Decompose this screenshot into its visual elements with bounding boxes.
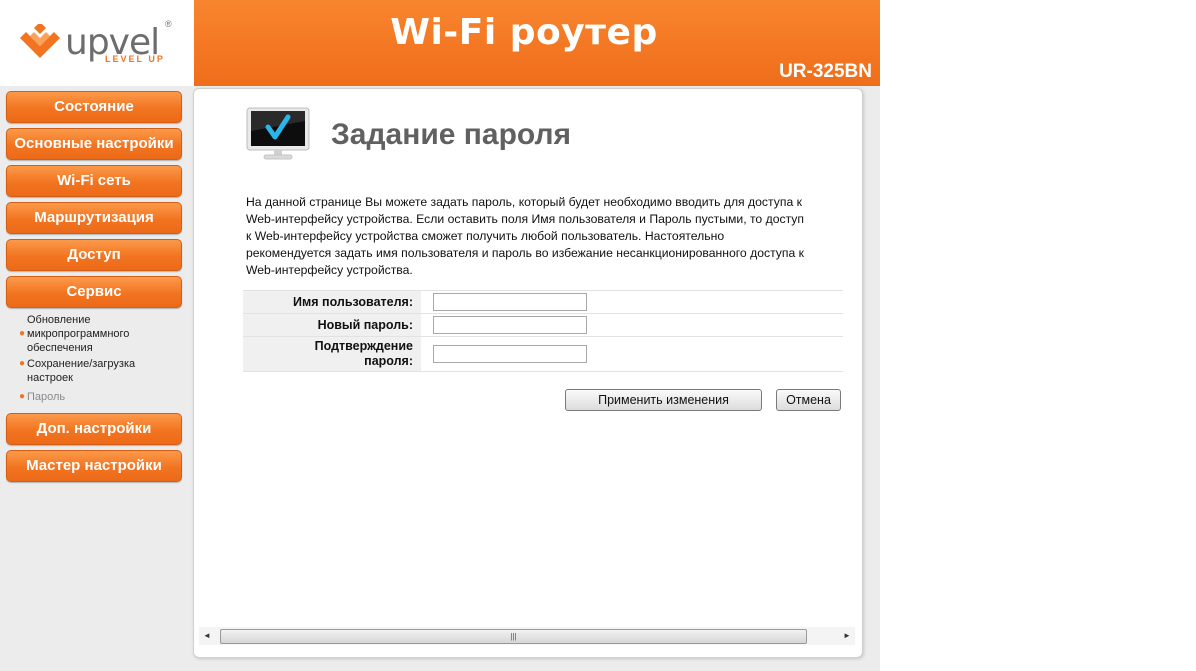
subitem-backup-restore[interactable]: ● Сохранение/загрузка настроек xyxy=(19,357,136,385)
header-banner: Wi-Fi роутер UR-325BN xyxy=(194,0,880,86)
upvel-logo-icon xyxy=(20,24,60,58)
confirm-password-label: Подтверждение пароля: xyxy=(243,337,421,371)
subitem-password[interactable]: ● Пароль xyxy=(19,390,66,404)
model-name: UR-325BN xyxy=(779,61,872,82)
bullet-icon: ● xyxy=(19,328,26,339)
form-row-new-password: Новый пароль: xyxy=(243,313,843,336)
confirm-password-label-line-2: пароля: xyxy=(364,354,413,368)
subitem-password-wrap: ● Пароль xyxy=(19,390,66,404)
subitem-backup-line-1-wrap: ● Сохранение/загрузка xyxy=(19,357,136,371)
username-label: Имя пользователя: xyxy=(243,291,421,313)
logo-tagline: LEVEL UP xyxy=(105,54,165,64)
sidebar-item-basic-settings[interactable]: Основные настройки xyxy=(6,128,182,160)
form-row-confirm-password: Подтверждение пароля: xyxy=(243,336,843,372)
sidebar-item-access[interactable]: Доступ xyxy=(6,239,182,271)
monitor-checkmark-icon xyxy=(246,107,310,160)
subitem-firmware-line-1: Обновление xyxy=(27,314,91,326)
subitem-firmware-line-2: микропрограммного xyxy=(27,328,130,340)
confirm-password-label-wrap: Подтверждение пароля: xyxy=(315,339,413,369)
subitem-backup-line-1: Сохранение/загрузка xyxy=(27,358,136,370)
scroll-left-arrow-icon[interactable]: ◄ xyxy=(199,627,215,645)
page-title: Задание пароля xyxy=(331,118,572,151)
confirm-password-label-line-1: Подтверждение xyxy=(314,339,413,353)
header-title: Wi-Fi роутер xyxy=(390,12,658,53)
password-form: Имя пользователя: Новый пароль: Подтверж… xyxy=(243,290,843,372)
sidebar-item-service[interactable]: Сервис xyxy=(6,276,182,308)
sidebar-item-status[interactable]: Состояние xyxy=(6,91,182,123)
sidebar-item-advanced[interactable]: Доп. настройки xyxy=(6,413,182,445)
scroll-grip-icon: ||| xyxy=(510,632,517,641)
subitem-firmware-line-2-wrap: ● микропрограммного xyxy=(19,327,130,341)
content-panel: Задание пароля На данной странице Вы мож… xyxy=(193,88,863,658)
new-password-label: Новый пароль: xyxy=(243,314,421,336)
bullet-icon: ● xyxy=(19,358,26,369)
intro-line-2: Web-интерфейсу устройства. Если оставить… xyxy=(246,212,804,226)
subitem-firmware-line-3: обеспечения xyxy=(27,342,93,354)
apply-button[interactable]: Применить изменения xyxy=(565,389,762,411)
subitem-password-label: Пароль xyxy=(27,391,66,403)
subitem-firmware-update[interactable]: Обновление ● микропрограммного обеспечен… xyxy=(19,313,130,355)
bullet-icon: ● xyxy=(19,391,26,402)
new-password-input[interactable] xyxy=(433,316,587,334)
form-row-username: Имя пользователя: xyxy=(243,290,843,313)
sidebar-nav: Состояние Основные настройки Wi-Fi сеть … xyxy=(0,86,190,671)
intro-text: На данной странице Вы можете задать паро… xyxy=(246,194,844,279)
scroll-right-arrow-icon[interactable]: ► xyxy=(839,627,855,645)
confirm-password-input[interactable] xyxy=(433,345,587,363)
intro-line-4: рекомендуется задать имя пользователя и … xyxy=(246,246,804,260)
scrollbar-thumb[interactable]: ||| xyxy=(220,629,807,644)
cancel-button[interactable]: Отмена xyxy=(776,389,841,411)
username-input[interactable] xyxy=(433,293,587,311)
intro-line-3: к Web-интерфейсу устройства сможет получ… xyxy=(246,229,725,243)
router-admin-page: upvel ® LEVEL UP Wi-Fi роутер UR-325BN С… xyxy=(0,0,880,671)
subitem-backup-line-2: настроек xyxy=(27,372,73,384)
horizontal-scrollbar[interactable]: ◄ ||| ► xyxy=(199,627,855,645)
sidebar-item-wifi[interactable]: Wi-Fi сеть xyxy=(6,165,182,197)
sidebar-item-wizard[interactable]: Мастер настройки xyxy=(6,450,182,482)
intro-line-1: На данной странице Вы можете задать паро… xyxy=(246,195,802,209)
sidebar-item-routing[interactable]: Маршрутизация xyxy=(6,202,182,234)
logo-area: upvel ® LEVEL UP xyxy=(0,0,194,86)
logo-registered-mark: ® xyxy=(165,19,172,29)
intro-line-5: Web-интерфейсу устройства. xyxy=(246,263,413,277)
